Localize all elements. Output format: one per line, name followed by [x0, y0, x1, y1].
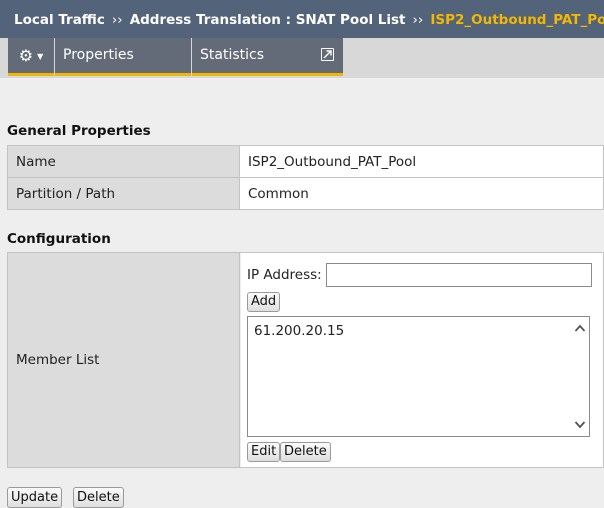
delete-pool-button[interactable]: Delete	[73, 487, 124, 508]
member-list-box[interactable]: 61.200.20.15	[247, 316, 590, 437]
scroll-up-icon[interactable]	[574, 323, 586, 333]
table-row: Name ISP2_Outbound_PAT_Pool	[7, 145, 604, 178]
general-properties-heading: General Properties	[7, 123, 151, 139]
general-properties-table: Name ISP2_Outbound_PAT_Pool Partition / …	[7, 145, 604, 210]
settings-menu-button[interactable]: ⚙ ▼	[8, 38, 54, 76]
breadcrumb-local-traffic[interactable]: Local Traffic	[14, 12, 105, 28]
list-item[interactable]: 61.200.20.15	[254, 323, 344, 339]
tab-properties-label: Properties	[63, 47, 134, 63]
member-list-value-cell: IP Address: Add 61.200.20.15 Edit Delete	[241, 253, 603, 467]
tab-statistics[interactable]: Statistics	[192, 38, 343, 76]
tab-bar: ⚙ ▼ Properties Statistics	[0, 38, 604, 78]
partition-path-label: Partition / Path	[7, 177, 240, 210]
breadcrumb-snat-pool-list[interactable]: Address Translation : SNAT Pool List	[130, 12, 406, 28]
tab-properties[interactable]: Properties	[55, 38, 191, 76]
add-button[interactable]: Add	[247, 292, 281, 312]
breadcrumb-current: ISP2_Outbound_PAT_Pool	[430, 12, 604, 28]
breadcrumb-separator: ››	[111, 12, 123, 28]
external-link-icon[interactable]	[321, 48, 334, 61]
member-list-label-cell: Member List	[8, 253, 240, 467]
delete-member-button[interactable]: Delete	[280, 442, 331, 462]
scrollbar[interactable]	[571, 317, 589, 436]
breadcrumb-separator: ››	[412, 12, 424, 28]
breadcrumb: Local Traffic ›› Address Translation : SNA…	[0, 0, 604, 38]
member-list-label: Member List	[16, 352, 100, 368]
edit-member-button[interactable]: Edit	[247, 442, 281, 462]
name-value: ISP2_Outbound_PAT_Pool	[239, 145, 604, 178]
configuration-heading: Configuration	[7, 231, 111, 247]
gear-icon: ⚙	[18, 45, 34, 65]
table-row: Partition / Path Common	[7, 177, 604, 210]
ip-address-input[interactable]	[326, 263, 592, 287]
name-label: Name	[7, 145, 240, 178]
update-button[interactable]: Update	[7, 487, 63, 508]
scroll-down-icon[interactable]	[574, 420, 586, 430]
partition-path-value: Common	[239, 177, 604, 210]
ip-address-label: IP Address:	[247, 267, 322, 283]
configuration-table: Member List IP Address: Add 61.200.20.15…	[7, 252, 604, 468]
chevron-down-icon: ▼	[37, 52, 44, 61]
tab-statistics-label: Statistics	[200, 47, 264, 63]
